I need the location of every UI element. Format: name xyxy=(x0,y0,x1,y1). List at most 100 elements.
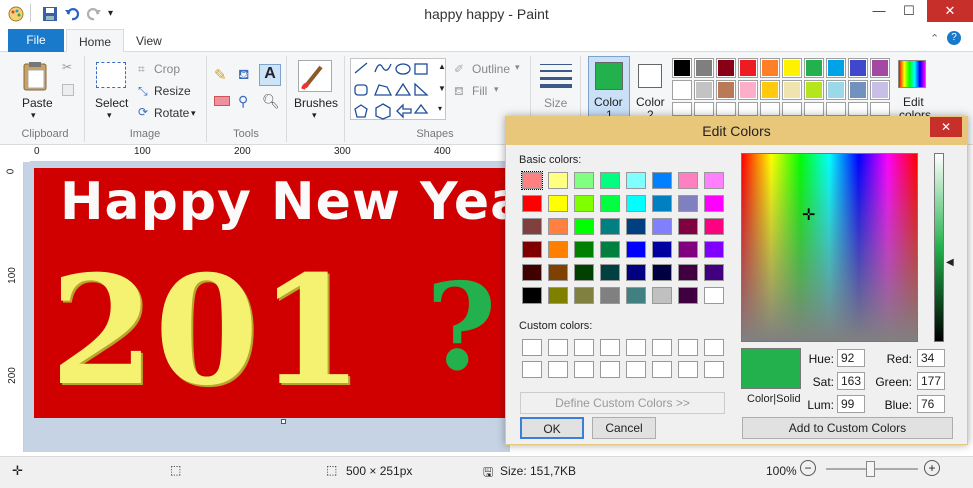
paste-dropdown-icon[interactable]: ▾ xyxy=(31,110,36,121)
rotate-dropdown-icon[interactable]: ▾ xyxy=(191,108,196,119)
basic-color-swatch[interactable] xyxy=(574,287,594,304)
basic-color-swatch[interactable] xyxy=(600,195,620,212)
select-button[interactable]: Select xyxy=(95,96,128,110)
brushes-dropdown-icon[interactable]: ▾ xyxy=(312,110,317,121)
tab-view[interactable]: View xyxy=(124,29,174,53)
basic-color-swatch[interactable] xyxy=(600,172,620,189)
paste-icon[interactable] xyxy=(20,60,52,92)
help-icon[interactable]: ? xyxy=(947,31,961,45)
palette-color-swatch[interactable] xyxy=(716,80,736,100)
undo-icon[interactable] xyxy=(64,6,80,22)
edit-colors-label[interactable]: Edit xyxy=(903,95,924,109)
shapes-more-icon[interactable]: ▾ xyxy=(438,104,442,113)
lum-input[interactable]: 99 xyxy=(837,395,865,413)
basic-color-swatch[interactable] xyxy=(522,218,542,235)
basic-color-swatch[interactable] xyxy=(704,264,724,281)
collapse-ribbon-icon[interactable]: ⌃ xyxy=(930,32,939,45)
basic-color-swatch[interactable] xyxy=(600,264,620,281)
maximize-button[interactable]: ☐ xyxy=(894,0,924,22)
save-icon[interactable] xyxy=(42,6,58,22)
palette-color-swatch[interactable] xyxy=(848,80,868,100)
copy-icon[interactable] xyxy=(62,84,74,96)
palette-empty-swatch[interactable] xyxy=(672,102,692,116)
dialog-close-button[interactable]: ✕ xyxy=(930,117,962,137)
brushes-icon[interactable] xyxy=(298,60,332,92)
basic-color-swatch[interactable] xyxy=(548,172,568,189)
minimize-button[interactable]: — xyxy=(864,0,894,22)
outline-dropdown-icon[interactable]: ▾ xyxy=(515,62,520,73)
basic-color-swatch[interactable] xyxy=(522,195,542,212)
crop-button[interactable]: Crop xyxy=(154,62,180,76)
custom-color-swatch[interactable] xyxy=(574,361,594,378)
spectrum-crosshair-icon[interactable]: ✛ xyxy=(802,205,815,225)
palette-color-swatch[interactable] xyxy=(672,80,692,100)
canvas-resize-handle[interactable] xyxy=(281,419,286,424)
resize-icon[interactable]: ⤡ xyxy=(138,84,148,99)
basic-color-swatch[interactable] xyxy=(548,195,568,212)
select-dropdown-icon[interactable]: ▾ xyxy=(107,110,112,121)
basic-color-swatch[interactable] xyxy=(548,287,568,304)
rotate-icon[interactable]: ⟳ xyxy=(138,105,148,119)
cancel-button[interactable]: Cancel xyxy=(592,417,656,439)
paint-app-icon[interactable] xyxy=(8,6,24,22)
palette-empty-swatch[interactable] xyxy=(694,102,714,116)
palette-color-swatch[interactable] xyxy=(760,58,780,78)
custom-color-swatch[interactable] xyxy=(678,339,698,356)
basic-color-swatch[interactable] xyxy=(626,218,646,235)
size-icon[interactable] xyxy=(540,62,572,88)
basic-color-swatch[interactable] xyxy=(626,241,646,258)
fill-dropdown-icon[interactable]: ▾ xyxy=(494,84,499,95)
custom-color-swatch[interactable] xyxy=(626,339,646,356)
basic-color-swatch[interactable] xyxy=(704,287,724,304)
basic-color-swatch[interactable] xyxy=(522,264,542,281)
basic-color-swatch[interactable] xyxy=(600,287,620,304)
basic-color-swatch[interactable] xyxy=(521,171,543,190)
custom-color-swatch[interactable] xyxy=(652,361,672,378)
custom-color-swatch[interactable] xyxy=(600,339,620,356)
eraser-icon[interactable] xyxy=(214,96,230,106)
basic-color-swatch[interactable] xyxy=(678,172,698,189)
basic-color-swatch[interactable] xyxy=(522,287,542,304)
color-spectrum[interactable] xyxy=(741,153,918,342)
edit-colors-icon[interactable] xyxy=(898,60,926,88)
brushes-button[interactable]: Brushes xyxy=(294,96,338,110)
zoom-out-button[interactable]: − xyxy=(800,460,816,476)
basic-color-swatch[interactable] xyxy=(704,218,724,235)
pencil-icon[interactable]: ✎ xyxy=(214,66,227,84)
palette-color-swatch[interactable] xyxy=(738,58,758,78)
customize-toolbar-icon[interactable]: ▾ xyxy=(108,8,113,19)
custom-color-swatch[interactable] xyxy=(522,361,542,378)
ok-button[interactable]: OK xyxy=(520,417,584,439)
palette-color-swatch[interactable] xyxy=(738,80,758,100)
cut-icon[interactable]: ✂ xyxy=(62,60,72,74)
add-to-custom-colors-button[interactable]: Add to Custom Colors xyxy=(742,417,953,439)
palette-color-swatch[interactable] xyxy=(694,58,714,78)
basic-color-swatch[interactable] xyxy=(678,241,698,258)
palette-color-swatch[interactable] xyxy=(826,80,846,100)
fill-button[interactable]: Fill xyxy=(472,84,487,98)
hue-input[interactable]: 92 xyxy=(837,349,865,367)
crop-icon[interactable]: ⌗ xyxy=(138,62,145,77)
palette-color-swatch[interactable] xyxy=(760,80,780,100)
basic-color-swatch[interactable] xyxy=(574,264,594,281)
basic-color-swatch[interactable] xyxy=(548,241,568,258)
custom-color-swatch[interactable] xyxy=(600,361,620,378)
palette-empty-swatch[interactable] xyxy=(804,102,824,116)
custom-color-swatch[interactable] xyxy=(548,339,568,356)
resize-button[interactable]: Resize xyxy=(154,84,191,98)
basic-color-swatch[interactable] xyxy=(652,287,672,304)
basic-color-swatch[interactable] xyxy=(678,264,698,281)
color-picker-icon[interactable]: ⚲ xyxy=(238,93,248,110)
palette-color-swatch[interactable] xyxy=(782,80,802,100)
basic-color-swatch[interactable] xyxy=(548,264,568,281)
basic-color-swatch[interactable] xyxy=(678,195,698,212)
basic-color-swatch[interactable] xyxy=(522,241,542,258)
custom-color-swatch[interactable] xyxy=(678,361,698,378)
redo-icon[interactable] xyxy=(86,6,102,22)
basic-color-swatch[interactable] xyxy=(600,241,620,258)
basic-color-swatch[interactable] xyxy=(678,218,698,235)
green-input[interactable]: 177 xyxy=(917,372,945,390)
text-tool-icon[interactable]: A xyxy=(259,64,281,86)
basic-color-swatch[interactable] xyxy=(626,264,646,281)
custom-color-swatch[interactable] xyxy=(652,339,672,356)
